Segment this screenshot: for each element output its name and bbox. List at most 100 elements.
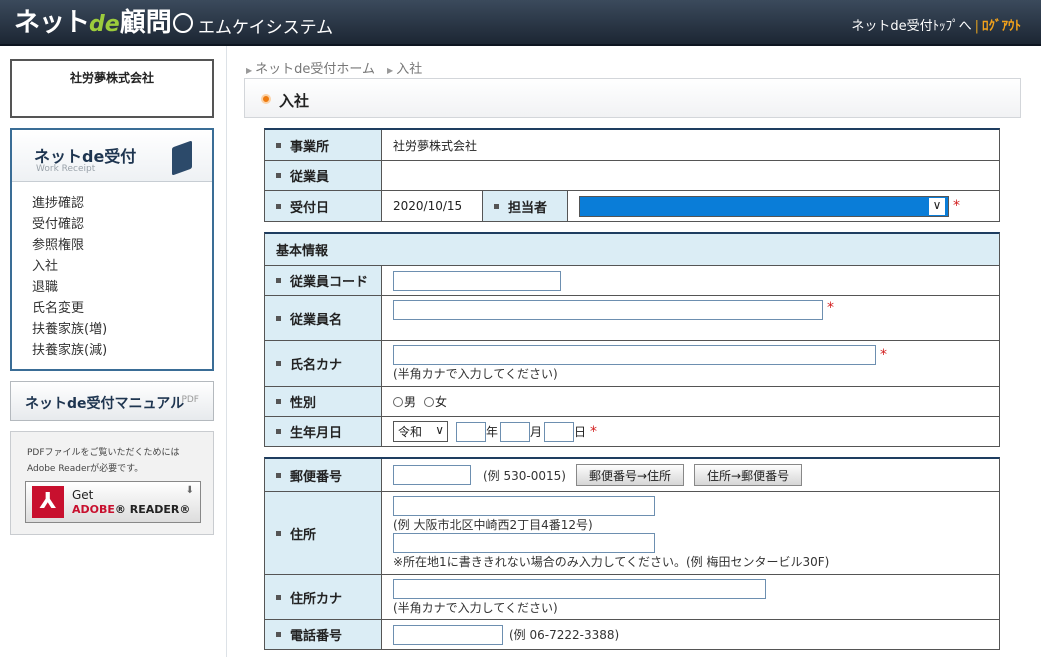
tel-cell: (例 06-7222-3388) — [382, 620, 999, 649]
sidebar-item-dependents-add[interactable]: 扶養家族(増) — [32, 319, 212, 340]
employee-label: 従業員 — [265, 161, 382, 190]
page-title: 入社 — [279, 92, 310, 110]
app-header: ネット de 顧問 エムケイシステム ネットde受付ﾄｯﾌﾟへ | ﾛｸﾞｱｳﾄ — [0, 0, 1041, 46]
basic-info-heading: 基本情報 — [265, 234, 999, 266]
breadcrumb-current: 入社 — [396, 62, 423, 77]
required-mark: * — [953, 198, 960, 214]
row-employee: 従業員 — [265, 161, 999, 191]
row-tel: 電話番号 (例 06-7222-3388) — [265, 620, 999, 650]
basic-info-table: 基本情報 従業員コード 従業員名 * 氏名カナ * (半角カナで入力してください… — [264, 232, 1000, 447]
staff-label: 担当者 — [482, 191, 568, 221]
breadcrumb-arrow-icon: ▶ — [246, 66, 253, 75]
row-code: 従業員コード — [265, 266, 999, 296]
birth-month-input[interactable] — [500, 421, 531, 442]
era-select[interactable]: 令和 ∨ — [393, 421, 448, 442]
employee-name-input[interactable] — [393, 300, 823, 320]
female-label: 女 — [435, 395, 448, 409]
sidebar-panel: ネットde受付 Work Receipt 進捗確認 受付確認 参照権限 入社 退… — [10, 128, 214, 371]
row-date-staff: 受付日 2020/10/15 担当者 ∨ * — [265, 191, 999, 222]
birth-day-input[interactable] — [544, 421, 575, 442]
female-radio[interactable] — [424, 396, 435, 407]
link-separator: | — [974, 19, 979, 34]
breadcrumb: ▶ ネットde受付ホーム ▶ 入社 — [246, 58, 422, 77]
address-kana-input[interactable] — [393, 578, 766, 599]
date-value: 2020/10/15 — [393, 199, 463, 213]
address1-input[interactable] — [393, 496, 655, 516]
reader-note-line2: Adobe Readerが必要です。 — [27, 464, 144, 474]
top-links: ネットde受付ﾄｯﾌﾟへ | ﾛｸﾞｱｳﾄ — [851, 15, 1021, 34]
pdf-tag: PDF — [181, 395, 199, 405]
top-page-link[interactable]: ネットde受付ﾄｯﾌﾟへ — [851, 19, 971, 34]
title-bullet-icon — [261, 94, 271, 104]
address-kana-cell: (半角カナで入力してください) — [382, 575, 999, 619]
sidebar-item-permission[interactable]: 参照権限 — [32, 235, 212, 256]
receipt-info-table: 事業所 社労夢株式会社 従業員 受付日 2020/10/15 担当者 ∨ * — [264, 128, 1000, 222]
tel-hint: (例 06-7222-3388) — [509, 628, 620, 642]
sidebar-item-progress[interactable]: 進捗確認 — [32, 193, 212, 214]
zip-label: 郵便番号 — [265, 459, 382, 491]
birth-cell: 令和 ∨ 年 月 日 * — [382, 417, 999, 446]
header-company: エムケイシステム — [198, 18, 334, 38]
tel-input[interactable] — [393, 624, 503, 645]
sidebar-menu: 進捗確認 受付確認 参照権限 入社 退職 氏名変更 扶養家族(増) 扶養家族(減… — [12, 182, 212, 361]
kana-hint: (半角カナで入力してください) — [393, 367, 558, 381]
reader-reader-text: ® READER® — [114, 503, 191, 516]
breadcrumb-home[interactable]: ネットde受付ホーム — [255, 62, 375, 77]
date-label: 受付日 — [265, 191, 382, 221]
row-address: 住所 (例 大阪市北区中崎西2丁目4番12号) ※所在地1に書ききれない場合のみ… — [265, 492, 999, 575]
panel-header: ネットde受付 Work Receipt — [12, 130, 212, 182]
name-label: 従業員名 — [265, 296, 382, 340]
chevron-down-icon: ∨ — [435, 423, 444, 437]
required-mark: * — [880, 347, 887, 363]
gender-cell: 男 女 — [382, 387, 999, 416]
address-hint1: (例 大阪市北区中崎西2丁目4番12号) — [393, 518, 593, 532]
adobe-logo-icon: ⅄ — [32, 486, 64, 518]
row-kana: 氏名カナ * (半角カナで入力してください) — [265, 341, 999, 387]
zip-to-address-button[interactable]: 郵便番号→住所 — [575, 464, 685, 486]
panel-subtitle: Work Receipt — [36, 164, 96, 174]
get-adobe-reader-button[interactable]: ⅄ Get ADOBE® READER® ⬇ — [25, 481, 201, 523]
tel-label: 電話番号 — [265, 620, 382, 649]
office-value: 社労夢株式会社 — [393, 138, 478, 153]
reader-note-line1: PDFファイルをご覧いただくためには — [27, 448, 180, 458]
staff-select[interactable]: ∨ — [579, 195, 949, 217]
day-label: 日 — [574, 425, 587, 439]
month-label: 月 — [530, 425, 543, 439]
address2-input[interactable] — [393, 533, 655, 553]
name-cell: * — [382, 296, 999, 340]
page-title-bar: 入社 — [244, 78, 1021, 118]
manual-button[interactable]: ネットde受付マニュアル PDF — [10, 381, 214, 421]
employee-value — [382, 161, 999, 190]
sidebar-item-name-change[interactable]: 氏名変更 — [32, 298, 212, 319]
book-icon — [172, 140, 192, 176]
zip-input[interactable] — [393, 465, 471, 485]
reader-get-text: Get — [72, 488, 94, 502]
address-cell: (例 大阪市北区中崎西2丁目4番12号) ※所在地1に書ききれない場合のみ入力し… — [382, 492, 999, 574]
logo-part1: ネット — [14, 8, 90, 38]
row-zip: 郵便番号 (例 530-0015) 郵便番号→住所 住所→郵便番号 — [265, 459, 999, 492]
sidebar-item-dependents-remove[interactable]: 扶養家族(減) — [32, 340, 212, 361]
sidebar-item-join[interactable]: 入社 — [32, 256, 212, 277]
office-label: 事業所 — [265, 130, 382, 160]
name-kana-input[interactable] — [393, 345, 876, 365]
address-table: 郵便番号 (例 530-0015) 郵便番号→住所 住所→郵便番号 住所 (例 … — [264, 457, 1000, 650]
zip-cell: (例 530-0015) 郵便番号→住所 住所→郵便番号 — [382, 459, 999, 491]
employee-code-input[interactable] — [393, 270, 561, 291]
logout-link[interactable]: ﾛｸﾞｱｳﾄ — [982, 19, 1021, 34]
address-to-zip-button[interactable]: 住所→郵便番号 — [694, 464, 803, 486]
manual-label: ネットde受付マニュアル — [25, 396, 185, 412]
logo-part2: de — [89, 12, 120, 37]
required-mark: * — [590, 423, 598, 440]
sidebar-item-leave[interactable]: 退職 — [32, 277, 212, 298]
kana-label: 氏名カナ — [265, 341, 382, 386]
reader-adobe-text: ADOBE — [72, 503, 115, 516]
sidebar-item-receipt[interactable]: 受付確認 — [32, 214, 212, 235]
app-logo[interactable]: ネット de 顧問 — [14, 4, 193, 40]
male-radio[interactable] — [393, 396, 403, 407]
row-name: 従業員名 * — [265, 296, 999, 341]
birth-year-input[interactable] — [456, 421, 486, 442]
code-label: 従業員コード — [265, 266, 382, 295]
kana-cell: * (半角カナで入力してください) — [382, 341, 999, 386]
reader-product-text: ADOBE® READER® — [72, 503, 190, 516]
required-mark: * — [827, 300, 834, 316]
